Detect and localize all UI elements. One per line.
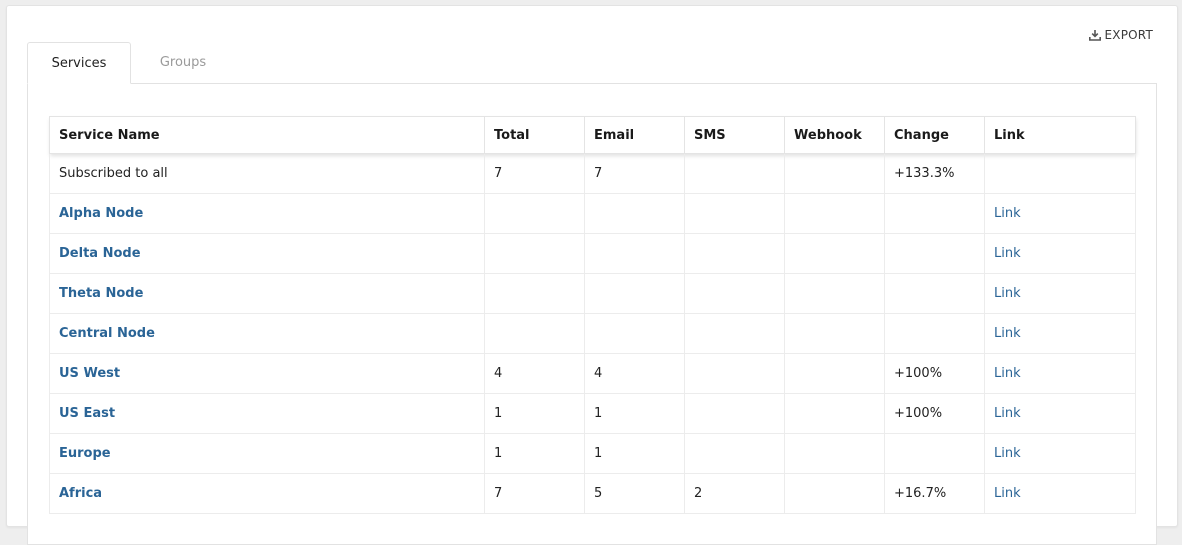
service-name-link[interactable]: US West (49, 353, 485, 394)
tab-panel-services: Service Name Total Email SMS Webhook Cha… (27, 83, 1157, 545)
total-cell: 7 (484, 153, 585, 194)
link-cell: Link (984, 193, 1136, 234)
row-link[interactable]: Link (994, 446, 1021, 461)
webhook-cell (784, 393, 885, 434)
link-cell: Link (984, 273, 1136, 314)
table-row: US East 1 1 +100% Link (49, 393, 1136, 434)
sms-cell (684, 273, 785, 314)
tab-services-label: Services (51, 55, 107, 71)
table-row: Europe 1 1 Link (49, 433, 1136, 474)
column-header-sms[interactable]: SMS (684, 116, 785, 154)
row-link[interactable]: Link (994, 366, 1021, 381)
email-cell (584, 193, 685, 234)
export-label: EXPORT (1104, 28, 1153, 42)
sms-cell (684, 353, 785, 394)
total-cell (484, 233, 585, 274)
row-link[interactable]: Link (994, 326, 1021, 341)
link-cell: Link (984, 313, 1136, 354)
email-cell: 4 (584, 353, 685, 394)
email-cell: 7 (584, 153, 685, 194)
change-cell: +133.3% (884, 153, 985, 194)
webhook-cell (784, 273, 885, 314)
sms-cell (684, 313, 785, 354)
total-cell: 1 (484, 393, 585, 434)
total-cell (484, 193, 585, 234)
tab-bar: Services Groups (27, 42, 235, 84)
sms-cell (684, 193, 785, 234)
table-row: Delta Node Link (49, 233, 1136, 274)
table-row: Alpha Node Link (49, 193, 1136, 234)
webhook-cell (784, 153, 885, 194)
change-cell (884, 273, 985, 314)
change-cell (884, 433, 985, 474)
email-cell (584, 273, 685, 314)
total-cell: 1 (484, 433, 585, 474)
change-cell (884, 233, 985, 274)
total-cell (484, 273, 585, 314)
tab-services[interactable]: Services (27, 42, 131, 84)
webhook-cell (784, 353, 885, 394)
column-header-email[interactable]: Email (584, 116, 685, 154)
link-cell: Link (984, 393, 1136, 434)
total-cell: 4 (484, 353, 585, 394)
link-cell: Link (984, 433, 1136, 474)
table-row: Central Node Link (49, 313, 1136, 354)
service-name-link[interactable]: Delta Node (49, 233, 485, 274)
change-cell (884, 193, 985, 234)
row-link[interactable]: Link (994, 206, 1021, 221)
service-name-cell: Subscribed to all (49, 153, 485, 194)
change-cell: +100% (884, 393, 985, 434)
sms-cell (684, 433, 785, 474)
column-header-change[interactable]: Change (884, 116, 985, 154)
change-cell (884, 313, 985, 354)
row-link[interactable]: Link (994, 246, 1021, 261)
email-cell: 1 (584, 433, 685, 474)
link-cell (984, 153, 1136, 194)
sms-cell (684, 153, 785, 194)
services-table: Service Name Total Email SMS Webhook Cha… (49, 116, 1136, 514)
sms-cell: 2 (684, 473, 785, 514)
change-cell: +16.7% (884, 473, 985, 514)
webhook-cell (784, 473, 885, 514)
service-name-link[interactable]: Alpha Node (49, 193, 485, 234)
row-link[interactable]: Link (994, 286, 1021, 301)
email-cell (584, 313, 685, 354)
row-link[interactable]: Link (994, 406, 1021, 421)
tab-groups-label: Groups (159, 54, 207, 70)
table-row: Africa 7 5 2 +16.7% Link (49, 473, 1136, 514)
content-card: EXPORT Services Groups Service Name Tota… (6, 5, 1178, 545)
total-cell: 7 (484, 473, 585, 514)
table-header-row: Service Name Total Email SMS Webhook Cha… (49, 116, 1136, 154)
webhook-cell (784, 193, 885, 234)
email-cell: 5 (584, 473, 685, 514)
total-cell (484, 313, 585, 354)
link-cell: Link (984, 233, 1136, 274)
service-name-link[interactable]: Central Node (49, 313, 485, 354)
download-icon (1088, 29, 1101, 41)
sms-cell (684, 233, 785, 274)
table-row: US West 4 4 +100% Link (49, 353, 1136, 394)
tab-groups[interactable]: Groups (131, 42, 235, 82)
row-link[interactable]: Link (994, 486, 1021, 501)
change-cell: +100% (884, 353, 985, 394)
column-header-link[interactable]: Link (984, 116, 1136, 154)
service-name-link[interactable]: Theta Node (49, 273, 485, 314)
email-cell: 1 (584, 393, 685, 434)
webhook-cell (784, 233, 885, 274)
service-name-link[interactable]: Africa (49, 473, 485, 514)
link-cell: Link (984, 473, 1136, 514)
column-header-total[interactable]: Total (484, 116, 585, 154)
webhook-cell (784, 313, 885, 354)
webhook-cell (784, 433, 885, 474)
export-button[interactable]: EXPORT (1088, 28, 1153, 42)
table-row: Subscribed to all 7 7 +133.3% (49, 153, 1136, 194)
service-name-link[interactable]: Europe (49, 433, 485, 474)
sms-cell (684, 393, 785, 434)
table-row: Theta Node Link (49, 273, 1136, 314)
service-name-link[interactable]: US East (49, 393, 485, 434)
email-cell (584, 233, 685, 274)
column-header-webhook[interactable]: Webhook (784, 116, 885, 154)
link-cell: Link (984, 353, 1136, 394)
column-header-service-name[interactable]: Service Name (49, 116, 485, 154)
